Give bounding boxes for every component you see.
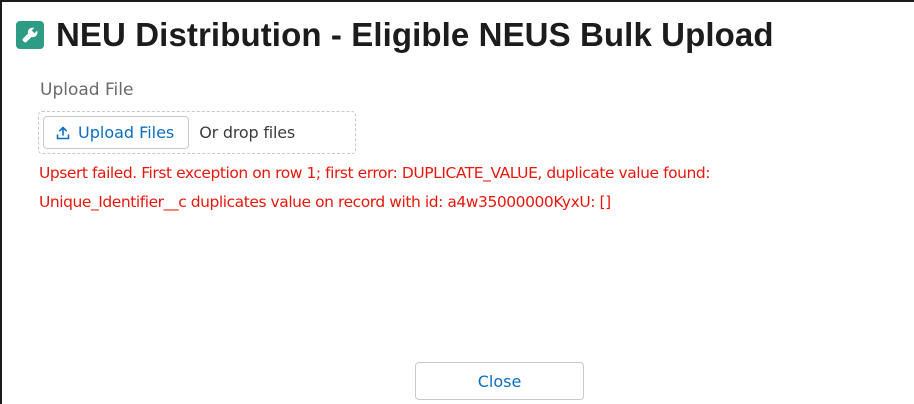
error-line-1: Upsert failed. First exception on row 1;… xyxy=(39,164,711,182)
modal-panel: NEU Distribution - Eligible NEUS Bulk Up… xyxy=(0,0,914,404)
close-button[interactable]: Close xyxy=(415,362,584,400)
modal-header: NEU Distribution - Eligible NEUS Bulk Up… xyxy=(16,16,774,54)
wrench-icon xyxy=(16,21,44,49)
upload-icon xyxy=(56,126,70,140)
upload-files-button[interactable]: Upload Files xyxy=(43,116,190,149)
upload-files-label: Upload Files xyxy=(78,123,175,142)
error-line-2: Unique_Identifier__c duplicates value on… xyxy=(39,193,611,211)
page-title: NEU Distribution - Eligible NEUS Bulk Up… xyxy=(56,16,774,53)
error-message: Upsert failed. First exception on row 1;… xyxy=(39,159,914,217)
drop-files-text: Or drop files xyxy=(199,123,296,142)
file-drop-zone[interactable]: Upload Files Or drop files xyxy=(38,111,356,154)
upload-file-label: Upload File xyxy=(40,80,134,100)
